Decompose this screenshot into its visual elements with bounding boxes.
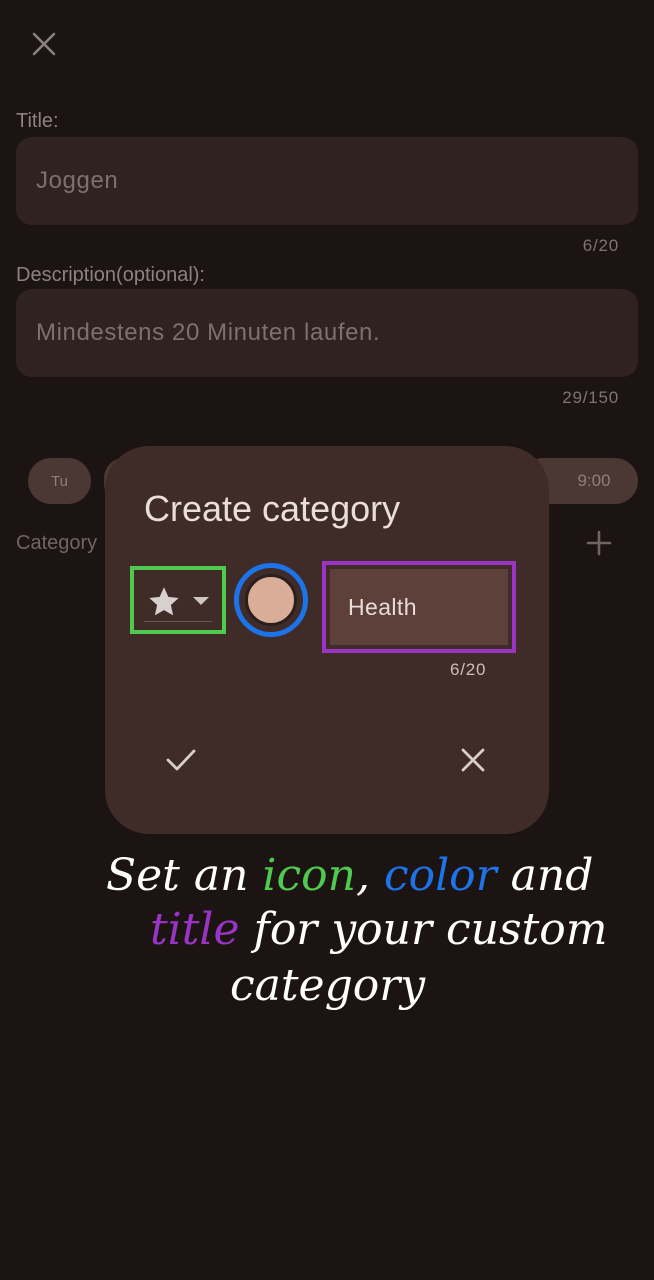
handwritten-annotation: Set an icon, color and title for your cu…	[106, 850, 608, 1011]
category-name-field[interactable]: Health	[322, 561, 516, 653]
description-counter: 29/150	[562, 388, 619, 407]
close-button[interactable]	[28, 28, 60, 60]
cancel-button[interactable]	[455, 742, 491, 778]
annotation-set-an: Set an	[106, 850, 262, 901]
create-category-dialog: Create category Health 6/20	[105, 446, 549, 834]
icon-picker-underline	[144, 621, 212, 622]
color-picker-button[interactable]	[234, 563, 308, 637]
confirm-button[interactable]	[163, 742, 199, 778]
annotation-word-title: title	[150, 904, 240, 955]
check-icon	[166, 749, 196, 771]
dialog-title: Create category	[144, 488, 401, 529]
annotation-line-3: category	[230, 960, 426, 1011]
title-counter: 6/20	[582, 236, 619, 255]
annotation-word-color: color	[384, 850, 500, 901]
plus-icon	[586, 530, 612, 556]
category-name-input[interactable]: Health	[330, 569, 508, 645]
annotation-for-custom: for your custom	[240, 904, 608, 955]
category-name-counter: 6/20	[450, 660, 487, 679]
title-input[interactable]: Joggen	[16, 137, 638, 225]
add-category-button[interactable]	[584, 528, 614, 558]
close-icon	[32, 32, 56, 56]
category-label: Category	[16, 532, 98, 554]
annotation-line-2: title for your custom	[150, 904, 608, 955]
icon-picker-dropdown[interactable]	[130, 566, 226, 634]
chevron-down-icon	[193, 597, 209, 605]
star-icon	[149, 587, 179, 616]
annotation-line-1: Set an icon, color and	[106, 850, 593, 901]
annotation-comma: ,	[356, 850, 384, 901]
close-icon	[461, 748, 485, 772]
color-swatch	[245, 574, 297, 626]
description-label: Description(optional):	[16, 264, 205, 286]
annotation-word-icon: icon	[262, 850, 356, 901]
description-input[interactable]: Mindestens 20 Minuten laufen.	[16, 289, 638, 377]
annotation-and: and	[497, 850, 594, 901]
day-chip-tuesday[interactable]: Tu	[28, 458, 91, 504]
title-label: Title:	[16, 110, 59, 132]
